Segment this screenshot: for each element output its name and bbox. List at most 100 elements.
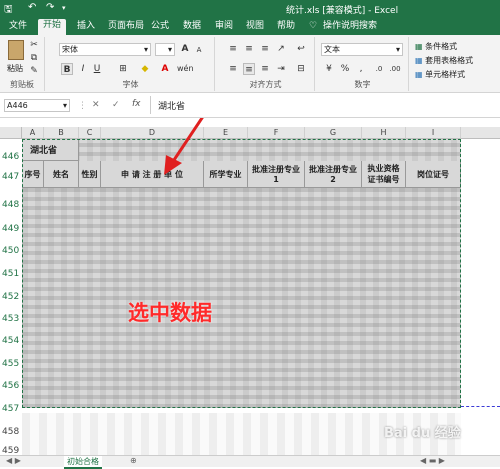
more-icon: ⋮ [78,101,87,111]
tab-review[interactable]: 审阅 [210,20,238,35]
col-header-f[interactable]: F [248,127,305,139]
alignment-label: 对齐方式 [249,80,282,89]
conditional-formatting-button[interactable]: ▦ 条件格式 [415,41,457,52]
row-header-453[interactable]: 453 [0,314,22,324]
merge-center-icon[interactable]: ⊟ [295,63,307,75]
conditional-formatting-icon: ▦ [415,42,423,51]
title-bar: 🖫 ↶ ↷ ▾ 统计.xls [兼容模式] - Excel [0,0,500,17]
formula-divider [150,96,151,114]
tab-formulas[interactable]: 公式 [146,20,174,35]
row-header-455[interactable]: 455 [0,359,22,369]
row-header-448[interactable]: 448 [0,200,22,210]
fill-color-icon[interactable]: ◆ [139,63,151,75]
align-bottom-icon[interactable]: ≡ [259,43,271,55]
increase-decimal-icon[interactable]: .0 [373,63,385,75]
align-right-icon[interactable]: ≡ [259,63,271,75]
tab-data[interactable]: 数据 [178,20,206,35]
col-header-b[interactable]: B [44,127,79,139]
tab-help[interactable]: 帮助 [272,20,300,35]
tab-file[interactable]: 文件 [4,20,32,35]
font-name-select[interactable]: 宋体 ▾ [59,43,151,56]
insert-function-icon[interactable]: fx [132,99,141,109]
paste-icon[interactable] [8,40,24,60]
sheet-tab-initial[interactable]: 初始合格 [64,456,102,469]
underline-button[interactable]: U [91,63,103,75]
percent-icon[interactable]: % [339,63,351,75]
redo-icon[interactable]: ↷ [46,2,54,13]
row-header-450[interactable]: 450 [0,246,22,256]
baidu-watermark: Bai du 经验 [384,426,461,441]
worksheet-grid[interactable]: A B C D E F G H I 湖北省 序号 姓名 性别 申 请 注 册 单… [0,118,500,455]
orientation-icon[interactable]: ↗ [275,43,287,55]
col-header-h[interactable]: H [362,127,406,139]
shrink-font-button[interactable]: A [193,44,205,56]
selection-marquee [22,139,461,408]
row-header-458[interactable]: 458 [0,427,22,437]
align-left-icon[interactable]: ≡ [227,63,239,75]
decrease-decimal-icon[interactable]: .00 [389,63,401,75]
tab-home[interactable]: 开始 [38,19,67,35]
row-header-459[interactable]: 459 [0,446,22,455]
col-header-g[interactable]: G [305,127,362,139]
align-center-icon[interactable]: ≡ [243,63,255,75]
col-header-j[interactable] [461,127,500,139]
phonetic-icon[interactable]: wén [177,63,194,75]
row-header-446[interactable]: 446 [0,152,22,162]
bold-button[interactable]: B [61,63,73,75]
row-header-456[interactable]: 456 [0,381,22,391]
row-header-447[interactable]: 447 [0,172,22,182]
font-group: 宋体 ▾ ▾ A A B I U ⊞ ◆ A wén 字体 [47,37,215,91]
number-label: 数字 [354,80,371,89]
styles-group: ▦ 条件格式 ▦ 套用表格格式 ▦ 单元格样式 [411,37,500,91]
clipboard-label: 剪贴板 [10,80,34,89]
paste-button[interactable]: 粘贴 [7,63,23,74]
font-label: 字体 [122,80,139,89]
align-middle-icon[interactable]: ≡ [243,43,255,55]
clipboard-group: 粘贴 ✂ ⧉ ✎ 剪贴板 [0,37,45,91]
tab-view[interactable]: 视图 [241,20,269,35]
name-box[interactable]: A446 ▾ [4,99,70,112]
row-header-452[interactable]: 452 [0,292,22,302]
row-header-451[interactable]: 451 [0,269,22,279]
copy-icon[interactable]: ⧉ [28,52,40,64]
confirm-icon[interactable]: ✓ [112,100,120,110]
add-sheet-icon[interactable]: ⊕ [130,456,137,465]
format-as-table-button[interactable]: ▦ 套用表格格式 [415,55,473,66]
col-header-a[interactable]: A [22,127,44,139]
currency-icon[interactable]: ¥ [323,63,335,75]
page-break-line [461,406,500,407]
horizontal-scrollbar[interactable]: ◀ ▬ ▶ [420,456,445,465]
number-format-select[interactable]: 文本 ▾ [321,43,403,56]
scroll-tabs-icon[interactable]: ◀ ▶ [6,456,21,465]
cell-styles-icon: ▦ [415,70,423,79]
window-title: 统计.xls [兼容模式] - Excel [286,6,399,16]
row-header-449[interactable]: 449 [0,224,22,234]
row-header-454[interactable]: 454 [0,336,22,346]
undo-icon[interactable]: ↶ [28,2,36,13]
formula-input[interactable]: 湖北省 [158,99,185,112]
quick-access-dropdown-icon[interactable]: ▾ [62,4,66,12]
borders-icon[interactable]: ⊞ [117,63,129,75]
wrap-text-icon[interactable]: ↩ [295,43,307,55]
select-all-corner[interactable] [0,127,22,139]
tell-me-search[interactable]: 操作说明搜索 [318,20,382,35]
font-color-icon[interactable]: A [159,63,171,75]
col-header-i[interactable]: I [406,127,461,139]
italic-button[interactable]: I [77,63,89,75]
format-painter-icon[interactable]: ✎ [28,65,40,77]
indent-icon[interactable]: ⇥ [275,63,287,75]
cancel-icon[interactable]: ✕ [92,100,100,110]
cut-icon[interactable]: ✂ [28,39,40,51]
arrow-annotation [164,118,204,175]
col-header-c[interactable]: C [79,127,101,139]
tab-insert[interactable]: 插入 [72,20,100,35]
font-size-select[interactable]: ▾ [155,43,175,56]
align-top-icon[interactable]: ≡ [227,43,239,55]
cell-styles-button[interactable]: ▦ 单元格样式 [415,69,465,80]
grow-font-button[interactable]: A [179,43,191,55]
comma-style-icon[interactable]: , [355,63,367,75]
row-header-457[interactable]: 457 [0,404,22,414]
sheet-tab-bar: ◀ ▶ 初始合格 ⊕ ◀ ▬ ▶ [0,455,500,469]
alignment-group: ≡ ≡ ≡ ↗ ↩ ≡ ≡ ≡ ⇥ ⊟ 对齐方式 [217,37,315,91]
tab-page-layout[interactable]: 页面布局 [103,20,149,35]
